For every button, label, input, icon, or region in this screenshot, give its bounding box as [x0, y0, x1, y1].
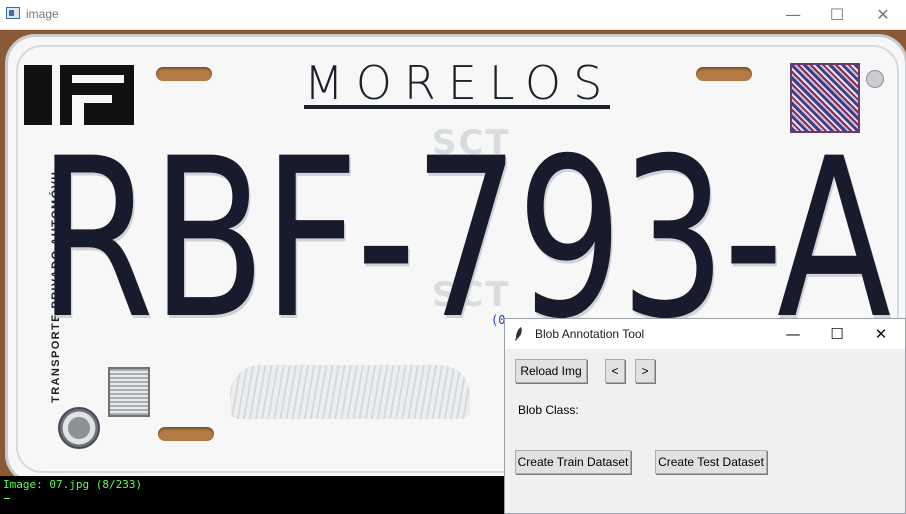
previous-image-button[interactable]: <	[605, 359, 625, 383]
text-cursor	[4, 498, 10, 499]
next-image-button[interactable]: >	[635, 359, 655, 383]
plate-state-name: MORELOS	[304, 56, 615, 110]
tool-maximize-button[interactable]: ☐	[815, 319, 859, 349]
state-underline	[304, 105, 610, 109]
image-window-titlebar[interactable]: image — ☐ ✕	[0, 0, 906, 30]
minimize-button[interactable]: —	[770, 0, 816, 29]
image-window-title: image	[26, 7, 59, 21]
create-train-dataset-button[interactable]: Create Train Dataset	[515, 450, 631, 474]
emblem-icon	[108, 367, 150, 417]
create-test-dataset-button[interactable]: Create Test Dataset	[655, 450, 767, 474]
close-button[interactable]: ✕	[860, 0, 906, 29]
national-seal-icon	[58, 407, 100, 449]
feather-icon	[515, 327, 522, 341]
mount-slot-bottom-left	[158, 427, 214, 441]
status-text: Image: 07.jpg (8/233)	[3, 478, 143, 491]
tool-window-title: Blob Annotation Tool	[535, 327, 645, 341]
tool-minimize-button[interactable]: —	[771, 319, 815, 349]
maximize-button[interactable]: ☐	[814, 0, 860, 29]
mount-slot-top-left	[156, 67, 212, 81]
tool-titlebar[interactable]: Blob Annotation Tool — ☐ ✕	[505, 319, 905, 349]
blob-class-label: Blob Class:	[518, 403, 579, 417]
mount-slot-top-right	[696, 67, 752, 81]
screw-icon	[866, 70, 884, 88]
blob-annotation-tool-window: Blob Annotation Tool — ☐ ✕ Reload Img < …	[504, 318, 906, 514]
lotus-watermark	[230, 365, 470, 419]
reload-image-button[interactable]: Reload Img	[515, 359, 587, 383]
app-window-icon	[6, 7, 20, 19]
tool-close-button[interactable]: ✕	[859, 319, 903, 349]
